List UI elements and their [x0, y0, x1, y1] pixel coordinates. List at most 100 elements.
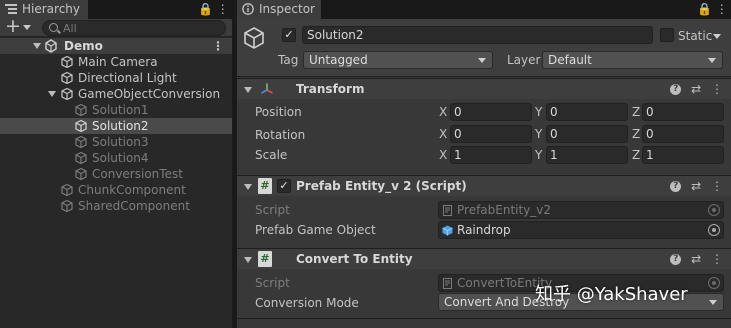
list-item[interactable]: ChunkComponent [0, 182, 232, 198]
layer-label: Layer [507, 53, 541, 67]
chevron-down-icon [709, 300, 717, 305]
list-item[interactable]: Solution3 [0, 134, 232, 150]
rotation-y-field[interactable]: 0 [546, 125, 628, 143]
axis-x-label: X [439, 127, 448, 141]
list-item[interactable]: Main Camera [0, 54, 232, 70]
tab-inspector[interactable]: Inspector [237, 0, 321, 19]
rotation-x-field[interactable]: 0 [450, 125, 532, 143]
help-icon[interactable]: ? [670, 254, 682, 265]
component-enabled-checkbox[interactable]: ✓ [277, 179, 291, 193]
chevron-down-icon [478, 58, 486, 63]
help-icon[interactable]: ? [670, 181, 682, 192]
hierarchy-panel-tools[interactable]: 🔒 ⋮ [198, 2, 229, 16]
list-item[interactable]: ConversionTest [0, 166, 232, 182]
static-dropdown-icon[interactable] [713, 34, 721, 39]
hierarchy-search[interactable]: All [42, 20, 226, 36]
tag-label: Tag [278, 53, 299, 67]
scene-row[interactable]: Demo ⋮ [0, 38, 232, 54]
convert-to-entity-header[interactable]: # Convert To Entity ? ⇄ ⋮ [237, 248, 731, 269]
inspector-panel-tools[interactable]: 🔒 ⋮ [697, 2, 728, 16]
hierarchy-toolbar: + All [0, 15, 232, 37]
fold-arrow-icon[interactable] [244, 87, 252, 93]
position-y-field[interactable]: 0 [546, 103, 628, 121]
gameobject-icon [75, 135, 87, 149]
gameobject-icon [61, 199, 73, 213]
script-file-icon [443, 205, 452, 216]
layer-dropdown-value: Default [548, 53, 592, 67]
list-item[interactable]: Solution1 [0, 102, 232, 118]
gameobject-icon [61, 87, 73, 101]
transform-icon [261, 83, 273, 94]
active-checkbox[interactable]: ✓ [282, 28, 296, 42]
transform-title: Transform [296, 82, 365, 96]
scene-name: Demo [64, 39, 103, 53]
prefab-game-object-field[interactable]: Raindrop [438, 221, 724, 239]
component-divider [237, 318, 731, 319]
gameobject-icon [61, 55, 73, 69]
prefab-game-object-label: Prefab Game Object [255, 223, 376, 237]
axis-z-label: Z [632, 105, 641, 119]
transform-header[interactable]: Transform ? ⇄ ⋮ [237, 78, 731, 99]
scale-x-field[interactable]: 1 [450, 146, 532, 164]
plus-icon: + [5, 15, 21, 37]
script-object-value: PrefabEntity_v2 [457, 203, 552, 217]
list-item-label: Solution2 [92, 119, 149, 133]
object-name-field[interactable]: Solution2 [302, 26, 653, 44]
inspector-panel: Inspector 🔒 ⋮ ✓ Solution2 Static Tag Unt… [237, 0, 731, 328]
list-item-label: SharedComponent [78, 199, 190, 213]
watermark: 知乎 @YakShaver [535, 284, 688, 305]
script-file-icon [443, 278, 452, 289]
axis-z-label: Z [632, 127, 641, 141]
script-label: Script [255, 276, 290, 290]
scale-z-field[interactable]: 1 [642, 146, 724, 164]
list-item[interactable]: GameObjectConversion [0, 86, 232, 102]
convert-to-entity-title: Convert To Entity [296, 252, 413, 266]
position-x-field[interactable]: 0 [450, 103, 532, 121]
create-button[interactable]: + [4, 15, 36, 37]
fold-arrow-icon[interactable] [33, 43, 41, 49]
object-picker-icon[interactable] [708, 224, 720, 236]
gameobject-large-icon [244, 27, 264, 49]
tab-hierarchy-label: Hierarchy [22, 2, 81, 16]
tag-dropdown-value: Untagged [309, 53, 368, 67]
prefab-entity-header[interactable]: # ✓ Prefab Entity_v 2 (Script) ? ⇄ ⋮ [237, 175, 731, 196]
scale-label: Scale [255, 148, 288, 162]
list-item[interactable]: Directional Light [0, 70, 232, 86]
list-item-label: Solution1 [92, 103, 149, 117]
search-placeholder: All [63, 22, 77, 35]
component-tool-icons[interactable]: ⇄ ⋮ [691, 82, 723, 96]
kebab-menu-icon[interactable]: ⋮ [212, 38, 224, 54]
gameobject-icon [61, 71, 73, 85]
script-icon: # [258, 251, 272, 267]
gameobject-icon [61, 183, 73, 197]
rotation-z-field[interactable]: 0 [642, 125, 724, 143]
list-item[interactable]: Solution4 [0, 150, 232, 166]
component-tool-icons[interactable]: ⇄ ⋮ [691, 179, 723, 193]
component-tool-icons[interactable]: ⇄ ⋮ [691, 252, 723, 266]
list-item[interactable]: Solution2 [0, 118, 232, 134]
list-item-label: GameObjectConversion [78, 87, 221, 101]
static-checkbox[interactable] [660, 28, 674, 42]
layer-dropdown[interactable]: Default [542, 51, 723, 69]
fold-arrow-icon[interactable] [244, 184, 252, 190]
object-picker-icon [708, 204, 720, 216]
component-tools[interactable]: ? ⇄ ⋮ [670, 251, 723, 267]
unity-scene-icon [45, 39, 57, 53]
component-tools[interactable]: ? ⇄ ⋮ [670, 178, 723, 194]
scale-y-field[interactable]: 1 [546, 146, 628, 164]
axis-y-label: Y [535, 105, 543, 119]
gameobject-header: ✓ Solution2 Static Tag Untagged Layer De… [237, 19, 731, 77]
help-icon[interactable]: ? [670, 84, 682, 95]
list-item[interactable]: SharedComponent [0, 198, 232, 214]
tab-inspector-label: Inspector [259, 2, 315, 16]
list-item-label: ChunkComponent [78, 183, 186, 197]
component-tools[interactable]: ? ⇄ ⋮ [670, 81, 723, 97]
position-z-field[interactable]: 0 [642, 103, 724, 121]
tag-dropdown[interactable]: Untagged [303, 51, 493, 69]
object-picker-icon [708, 277, 720, 289]
position-label: Position [255, 105, 302, 119]
fold-arrow-icon[interactable] [244, 257, 252, 263]
axis-y-label: Y [535, 148, 543, 162]
fold-arrow-icon[interactable] [48, 91, 56, 97]
axis-z-label: Z [632, 148, 641, 162]
